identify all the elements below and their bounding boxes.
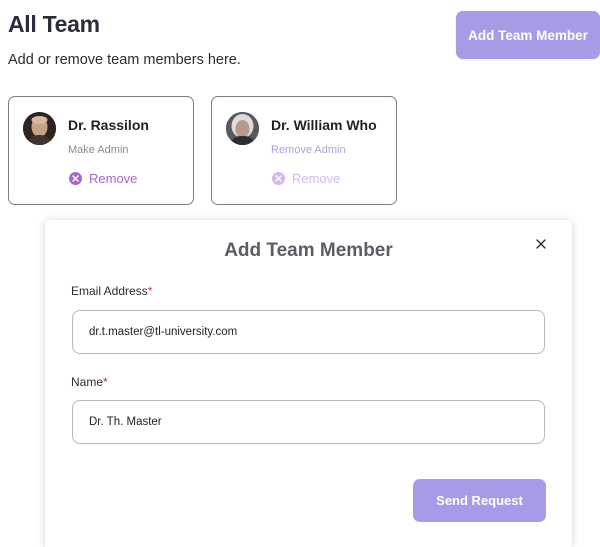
avatar (23, 112, 56, 145)
name-field[interactable] (72, 400, 545, 444)
modal-title: Add Team Member (224, 240, 393, 261)
required-mark: * (147, 284, 153, 298)
member-card-rassilon: Dr. Rassilon Make Admin Remove (8, 96, 194, 205)
email-label: Email Address* (71, 284, 153, 298)
member-card-william-who: Dr. William Who Remove Admin Remove (211, 96, 397, 205)
remove-member-button[interactable]: Remove (271, 171, 340, 186)
member-name: Dr. William Who (271, 117, 377, 133)
page-subtitle: Add or remove team members here. (8, 52, 241, 68)
member-name: Dr. Rassilon (68, 117, 149, 133)
make-admin-link[interactable]: Make Admin (68, 144, 129, 156)
send-request-button[interactable]: Send Request (413, 479, 546, 522)
page-title: All Team (8, 11, 100, 37)
remove-label: Remove (292, 171, 341, 186)
name-label: Name* (71, 375, 108, 389)
add-team-member-button[interactable]: Add Team Member (456, 11, 600, 59)
remove-icon (69, 172, 82, 185)
email-field[interactable] (72, 310, 545, 354)
remove-admin-link[interactable]: Remove Admin (271, 144, 346, 156)
close-icon[interactable] (532, 235, 550, 253)
remove-label: Remove (89, 171, 138, 186)
avatar (226, 112, 259, 145)
add-team-member-modal: Add Team Member Email Address* Name* Sen… (45, 220, 572, 547)
remove-member-button[interactable]: Remove (68, 171, 137, 186)
required-mark: * (103, 375, 108, 389)
remove-icon (272, 172, 285, 185)
